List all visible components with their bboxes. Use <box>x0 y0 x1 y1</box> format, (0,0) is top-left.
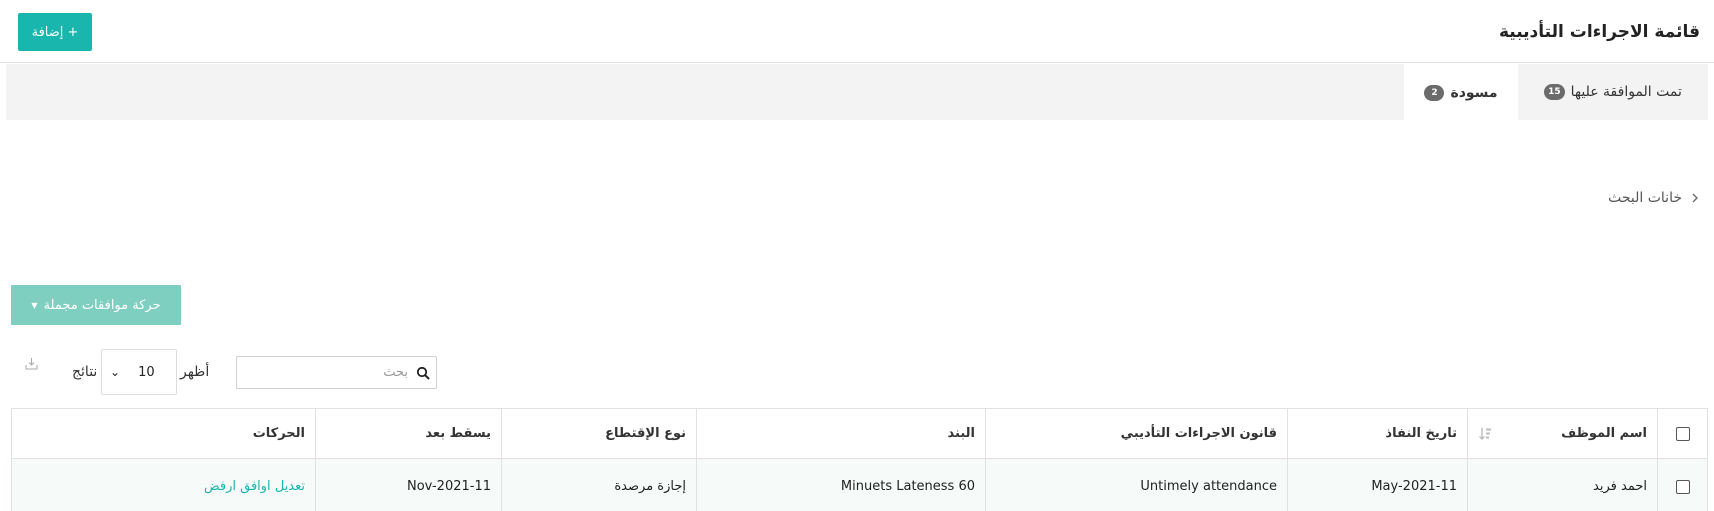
page-header: قائمة الاجراءات التأديبية + إضافة <box>0 0 1714 63</box>
edit-link[interactable]: تعديل <box>275 479 305 494</box>
bulk-approval-button[interactable]: حركة موافقات مجملة ▼ <box>11 285 181 325</box>
table-header-row: اسم الموظف تاريخ النفاذ قانون الاجراءات … <box>11 408 1708 459</box>
chevron-down-icon: ⌄ <box>110 365 121 379</box>
show-label: أظهر <box>180 364 210 380</box>
select-all-cell <box>1657 408 1708 459</box>
cell-deduction-type: إجازة مرصدة <box>501 458 697 511</box>
results-label: نتائج <box>72 364 98 380</box>
cell-effective-date: May-2021-11 <box>1287 458 1468 511</box>
reject-link[interactable]: ارفض <box>204 479 236 494</box>
cell-actions: تعديل اوافق ارفض <box>11 458 316 511</box>
column-employee-label: اسم الموظف <box>1561 426 1647 441</box>
tab-draft[interactable]: مسودة 2 <box>1404 64 1518 121</box>
cell-employee: احمد فريد <box>1467 458 1658 511</box>
table-row: احمد فريد May-2021-11 Untimely attendanc… <box>11 458 1708 511</box>
tab-approved-count-badge: 15 <box>1544 84 1565 100</box>
caret-down-icon: ▼ <box>31 300 38 310</box>
add-button[interactable]: + إضافة <box>18 13 92 51</box>
column-header-effective-date: تاريخ النفاذ <box>1287 408 1468 459</box>
approve-link[interactable]: اوافق <box>240 479 271 494</box>
search-fields-toggle[interactable]: خانات البحث <box>1608 190 1700 206</box>
disciplinary-actions-table: اسم الموظف تاريخ النفاذ قانون الاجراءات … <box>11 408 1708 511</box>
download-icon[interactable] <box>25 357 38 370</box>
tab-draft-count-badge: 2 <box>1424 84 1445 101</box>
column-header-expires-after: يسقط بعد <box>315 408 502 459</box>
sort-icon[interactable] <box>1478 427 1492 441</box>
column-header-law: قانون الاجراءات التأديبي <box>985 408 1288 459</box>
bulk-approval-label: حركة موافقات مجملة <box>43 297 161 313</box>
column-header-deduction-type: نوع الإقتطاع <box>501 408 697 459</box>
page-size-value: 10 <box>138 364 155 380</box>
page-size-select[interactable]: ⌄ 10 <box>101 349 177 395</box>
search-icon[interactable] <box>416 366 430 380</box>
search-fields-label: خانات البحث <box>1608 190 1682 206</box>
tab-draft-label: مسودة <box>1450 84 1498 101</box>
search-box <box>236 356 437 389</box>
chevron-right-icon <box>1692 193 1698 203</box>
row-checkbox[interactable] <box>1675 479 1690 494</box>
cell-clause: Minuets Lateness 60 <box>696 458 986 511</box>
page-title: قائمة الاجراءات التأديبية <box>1498 22 1700 42</box>
column-header-actions: الحركات <box>11 408 316 459</box>
tab-approved[interactable]: تمت الموافقة عليها 15 <box>1518 64 1708 120</box>
tab-approved-label: تمت الموافقة عليها <box>1570 84 1682 100</box>
row-select-cell <box>1657 458 1708 511</box>
column-header-employee[interactable]: اسم الموظف <box>1467 408 1658 459</box>
cell-expires-after: Nov-2021-11 <box>315 458 502 511</box>
select-all-checkbox[interactable] <box>1675 426 1690 441</box>
cell-law: Untimely attendance <box>985 458 1288 511</box>
search-input[interactable] <box>248 365 408 380</box>
status-tabs: تمت الموافقة عليها 15 مسودة 2 <box>6 64 1708 121</box>
column-header-clause: البند <box>696 408 986 459</box>
